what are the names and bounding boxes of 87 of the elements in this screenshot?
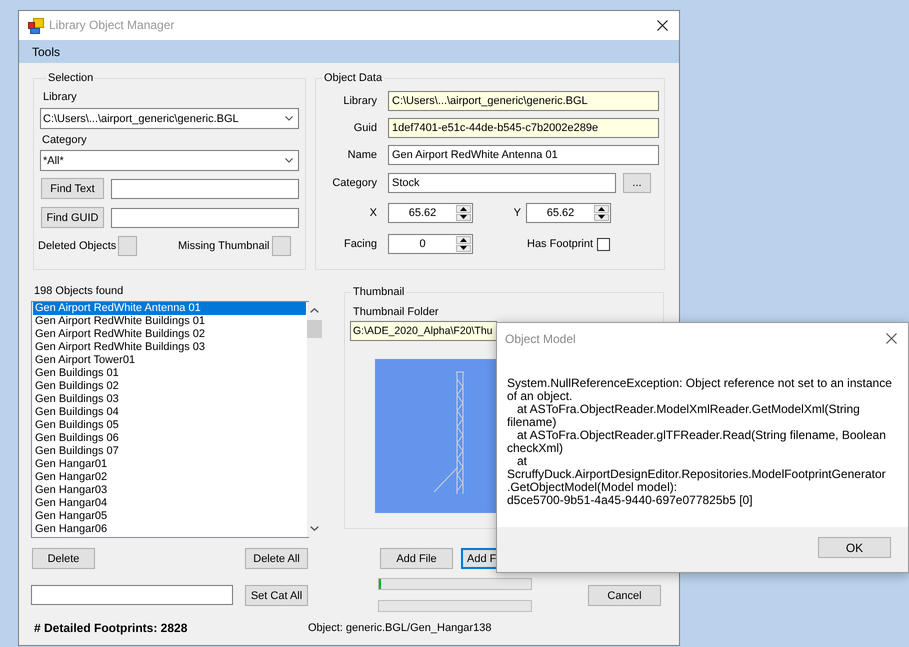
numeric-field[interactable]: 65.62 bbox=[388, 203, 473, 223]
library-dropdown[interactable]: C:\Users\...\airport_generic\generic.BGL bbox=[40, 108, 299, 129]
close-icon[interactable] bbox=[886, 333, 897, 344]
list-item[interactable]: Gen Hangar04 bbox=[33, 497, 306, 510]
field-label: Name bbox=[346, 149, 377, 161]
toggle-button[interactable] bbox=[272, 236, 291, 256]
menu-item[interactable]: Tools bbox=[29, 44, 64, 60]
text-field[interactable]: C:\Users\...\airport_generic\generic.BGL bbox=[388, 91, 659, 111]
list-item[interactable]: Gen Airport RedWhite Buildings 03 bbox=[33, 341, 306, 354]
list-item[interactable]: Gen Airport Tower01 bbox=[33, 354, 306, 367]
spin-down-button[interactable] bbox=[594, 214, 609, 221]
field-label: Library bbox=[43, 91, 78, 104]
caret-down-icon bbox=[460, 215, 467, 220]
toggle-button[interactable] bbox=[118, 236, 137, 256]
list-item[interactable]: Gen Buildings 01 bbox=[33, 367, 306, 380]
find-text-button[interactable]: Find Text bbox=[41, 178, 104, 199]
list-item[interactable]: Gen Buildings 06 bbox=[33, 432, 306, 445]
group-title: Object Data bbox=[323, 71, 384, 85]
field-label: Facing bbox=[342, 238, 377, 250]
caret-down-icon bbox=[598, 215, 605, 220]
field-label: X bbox=[368, 207, 377, 219]
spin-up-button[interactable] bbox=[456, 236, 471, 244]
list-item[interactable]: Gen Hangar02 bbox=[33, 471, 306, 484]
field-label: Guid bbox=[352, 122, 377, 134]
delete-button[interactable]: Delete bbox=[32, 548, 95, 569]
list-item[interactable]: Gen Buildings 05 bbox=[33, 419, 306, 432]
error-message: System.NullReferenceException: Object reference not set to an instance of an object. at ASToFra.ObjectReader.ModelXmlReader.GetModelXml(String filename) at ASToFra.ObjectReader.glTFReader.Read(String filename, Boolean checkXml) at ScruffyDuck.AirportDesignEditor.Repositories.ModelFootprintGenerator .GetObjectModel(Model model): d5ce5700-9b51-4a45-9440-697e077825b5 [0] bbox=[507, 377, 892, 507]
folder-field[interactable]: G:\ADE_2020_Alpha\F20\Thu bbox=[350, 321, 497, 341]
list-item[interactable]: Gen Airport RedWhite Buildings 02 bbox=[33, 328, 306, 341]
delete-all-button[interactable]: Delete All bbox=[245, 548, 308, 569]
caret-up-icon bbox=[460, 206, 467, 211]
list-item[interactable]: Gen Buildings 03 bbox=[33, 393, 306, 406]
field-label: Y bbox=[512, 207, 521, 219]
cancel-button[interactable]: Cancel bbox=[588, 585, 661, 606]
text-field[interactable]: Gen Airport RedWhite Antenna 01 bbox=[388, 145, 659, 165]
add-file-button[interactable]: Add File bbox=[380, 548, 453, 569]
spin-down-button[interactable] bbox=[456, 214, 471, 221]
list-item[interactable]: Gen Hangar03 bbox=[33, 484, 306, 497]
list-item[interactable]: Gen Buildings 04 bbox=[33, 406, 306, 419]
list-item[interactable]: Gen Hangar06 bbox=[33, 523, 306, 536]
spin-up-button[interactable] bbox=[456, 205, 471, 212]
category-input[interactable] bbox=[31, 585, 233, 605]
numeric-field[interactable]: 0 bbox=[388, 234, 473, 254]
close-icon[interactable] bbox=[657, 20, 668, 31]
chevron-up-icon[interactable] bbox=[310, 308, 319, 313]
text-field[interactable]: 1def7401-e51c-44de-b545-c7b2002e289e bbox=[388, 118, 659, 138]
chevron-down-icon bbox=[285, 158, 293, 163]
add-button[interactable]: Add F bbox=[461, 548, 497, 569]
group-title: Thumbnail bbox=[352, 285, 406, 299]
footprint-count: # Detailed Footprints: 2828 bbox=[34, 621, 188, 635]
caret-up-icon bbox=[598, 206, 605, 211]
numeric-field[interactable]: 65.62 bbox=[526, 203, 611, 223]
group-title: Selection bbox=[47, 71, 94, 85]
toggle-label: Missing Thumbnail bbox=[178, 240, 271, 252]
checkbox[interactable] bbox=[597, 238, 610, 250]
search-field[interactable] bbox=[111, 178, 299, 198]
list-item[interactable]: Gen Airport RedWhite Buildings 01 bbox=[33, 315, 306, 328]
chevron-down-icon bbox=[285, 116, 293, 121]
find-guid-button[interactable]: Find GUID bbox=[41, 207, 104, 228]
window-title: Library Object Manager bbox=[49, 18, 174, 33]
caret-down-icon bbox=[460, 246, 467, 250]
category-dropdown[interactable]: *All* bbox=[40, 150, 299, 171]
browse-button[interactable]: ... bbox=[623, 173, 651, 193]
app-icon bbox=[28, 18, 44, 34]
field-label: Category bbox=[42, 134, 88, 147]
guid-search-field[interactable] bbox=[111, 208, 299, 228]
scrollbar-thumb[interactable] bbox=[307, 320, 322, 338]
field-label: Category bbox=[331, 177, 377, 189]
toggle-label: Deleted Objects bbox=[38, 240, 118, 252]
caret-up-icon bbox=[460, 238, 467, 242]
chevron-down-icon[interactable] bbox=[310, 526, 319, 531]
field-label: Thumbnail Folder bbox=[353, 306, 440, 319]
list-item[interactable]: Gen Buildings 02 bbox=[33, 380, 306, 393]
result-count: 198 Objects found bbox=[34, 285, 124, 298]
field-label: Library bbox=[342, 95, 377, 107]
spin-up-button[interactable] bbox=[594, 205, 609, 212]
list-item[interactable]: Gen Hangar01 bbox=[33, 458, 306, 471]
checkbox-label: Has Footprint bbox=[527, 238, 594, 250]
ok-button[interactable]: OK bbox=[818, 537, 891, 558]
text-field[interactable]: Stock bbox=[388, 173, 616, 193]
object-path: Object: generic.BGL/Gen_Hangar138 bbox=[308, 621, 492, 635]
list-item[interactable]: Gen Hangar05 bbox=[33, 510, 306, 523]
spin-down-button[interactable] bbox=[456, 244, 471, 252]
list-item[interactable]: Gen Buildings 07 bbox=[33, 445, 306, 458]
set-category-button[interactable]: Set Cat All bbox=[245, 585, 308, 606]
dialog-title: Object Model bbox=[505, 332, 576, 346]
list-item[interactable]: Gen Airport RedWhite Antenna 01 bbox=[33, 302, 306, 315]
